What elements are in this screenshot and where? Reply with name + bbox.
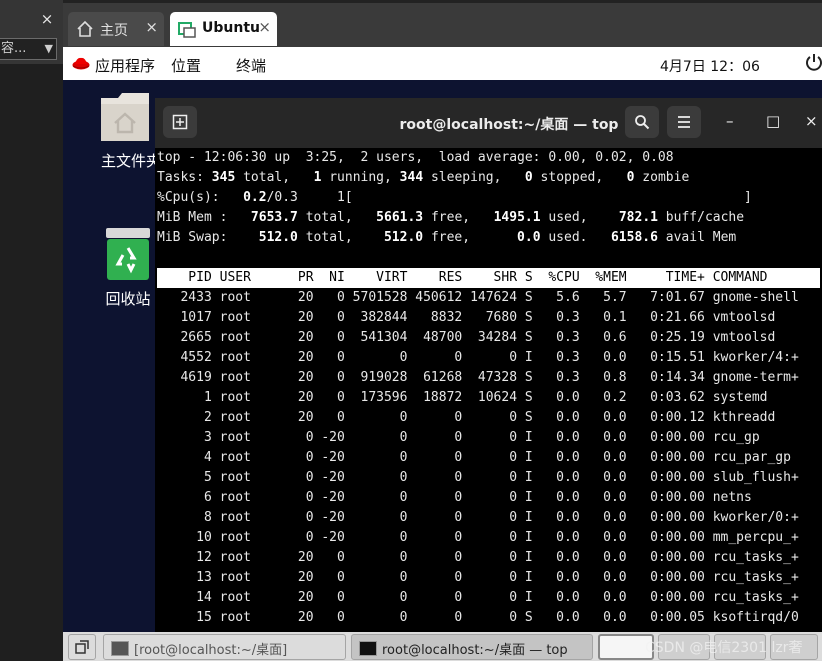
hamburger-menu-icon [678,116,690,128]
home-folder-icon [101,93,149,141]
taskbar-item-terminal[interactable]: [root@localhost:~/桌面] [103,634,346,660]
process-row: 2665 root 20 0 541304 48700 34284 S 0.3 … [157,330,776,345]
new-tab-icon [172,114,188,130]
terminal-icon [359,641,377,656]
process-row: 8 root 0 -20 0 0 0 I 0.0 0.0 0:00.00 kwo… [157,510,799,525]
taskbar-item-label: root@localhost:~/桌面 — top [382,643,568,658]
taskbar-item-label: [root@localhost:~/桌面] [134,643,288,658]
process-row: 4 root 0 -20 0 0 0 I 0.0 0.0 0:00.00 rcu… [157,450,791,465]
home-icon [77,20,93,37]
process-row: 1 root 20 0 173596 18872 10624 S 0.0 0.2… [157,390,768,405]
tab-home-label: 主页 [100,23,128,39]
tab-ubuntu[interactable]: Ubuntu × [170,12,277,46]
redhat-logo-icon [72,57,90,70]
search-icon [635,115,650,130]
process-row: 2433 root 20 0 5701528 450612 147624 S 5… [157,290,799,305]
process-table-header: PID USER PR NI VIRT RES SHR S %CPU %MEM … [157,268,820,288]
places-menu[interactable]: 位置 [171,55,201,76]
desktop-icon-home[interactable]: 主文件夹 [85,90,165,171]
trash-icon [106,228,150,280]
taskbar-item-terminal-top[interactable]: root@localhost:~/桌面 — top [351,634,593,660]
library-list [0,64,63,661]
terminal-output[interactable]: top - 12:06:30 up 3:25, 2 users, load av… [157,148,822,632]
taskbar: [root@localhost:~/桌面] root@localhost:~/桌… [63,632,822,661]
desktop-icon-home-label: 主文件夹 [101,152,162,170]
gnome-top-bar: 应用程序 位置 终端 4月7日 12：06 [63,47,822,80]
process-row: 4552 root 20 0 0 0 0 I 0.3 0.0 0:15.51 k… [157,350,799,365]
process-row: 12 root 20 0 0 0 0 I 0.0 0.0 0:00.00 rcu… [157,550,799,565]
close-icon[interactable]: × [38,10,56,28]
process-row: 14 root 20 0 0 0 0 I 0.0 0.0 0:00.00 rcu… [157,590,799,605]
show-desktop-button[interactable] [68,634,96,660]
search-text: 容... [1,41,27,56]
process-row: 10 root 0 -20 0 0 0 I 0.0 0.0 0:00.00 mm… [157,530,799,545]
process-row: 4619 root 20 0 919028 61268 47328 S 0.3 … [157,370,799,385]
maximize-button[interactable]: □ [766,112,780,130]
watermark: CSDN @电信2301 lzr奢 [645,640,803,656]
process-row: 1017 root 20 0 382844 8832 7680 S 0.3 0.… [157,310,776,325]
process-row: 2 root 20 0 0 0 0 S 0.0 0.0 0:00.12 kthr… [157,410,776,425]
search-button[interactable] [625,106,659,138]
tab-ubuntu-close-icon[interactable]: × [258,18,271,36]
top-swap-line: MiB Swap: 512.0 total, 512.0 free, 0.0 u… [157,230,737,245]
vm-icon [178,22,196,38]
terminal-menu[interactable]: 终端 [236,55,266,76]
process-row: 3 root 0 -20 0 0 0 I 0.0 0.0 0:00.00 rcu… [157,430,760,445]
new-tab-button[interactable] [163,106,197,138]
clock[interactable]: 4月7日 12：06 [660,56,760,76]
top-tasks-line: Tasks: 345 total, 1 running, 344 sleepin… [157,170,690,185]
tab-home[interactable]: 主页 × [68,12,164,46]
process-row: 5 root 0 -20 0 0 0 I 0.0 0.0 0:00.00 slu… [157,470,799,485]
top-cpu-line: %Cpu(s): 0.2/0.3 1[ ] [157,190,752,205]
process-row: 15 root 20 0 0 0 0 S 0.0 0.0 0:00.05 kso… [157,610,799,625]
dropdown-arrow-icon: ▼ [44,42,53,55]
show-desktop-icon [75,640,89,654]
process-row: 6 root 0 -20 0 0 0 I 0.0 0.0 0:00.00 net… [157,490,752,505]
close-button[interactable]: × [805,112,818,130]
terminal-headerbar: root@localhost:~/桌面 — top – □ × [155,98,822,148]
menu-button[interactable] [667,106,701,138]
process-row: 13 root 20 0 0 0 0 I 0.0 0.0 0:00.00 rcu… [157,570,799,585]
terminal-title: root@localhost:~/桌面 — top [399,117,619,133]
top-mem-line: MiB Mem : 7653.7 total, 5661.3 free, 149… [157,210,745,225]
terminal-icon [111,641,129,656]
top-uptime-line: top - 12:06:30 up 3:25, 2 users, load av… [157,150,674,165]
minimize-button[interactable]: – [726,112,734,130]
applications-menu[interactable]: 应用程序 [95,55,155,76]
library-search-dropdown[interactable]: 容... ▼ [0,38,57,60]
power-icon[interactable] [805,53,822,71]
tab-home-close-icon[interactable]: × [145,18,158,36]
tab-ubuntu-label: Ubuntu [202,20,260,36]
